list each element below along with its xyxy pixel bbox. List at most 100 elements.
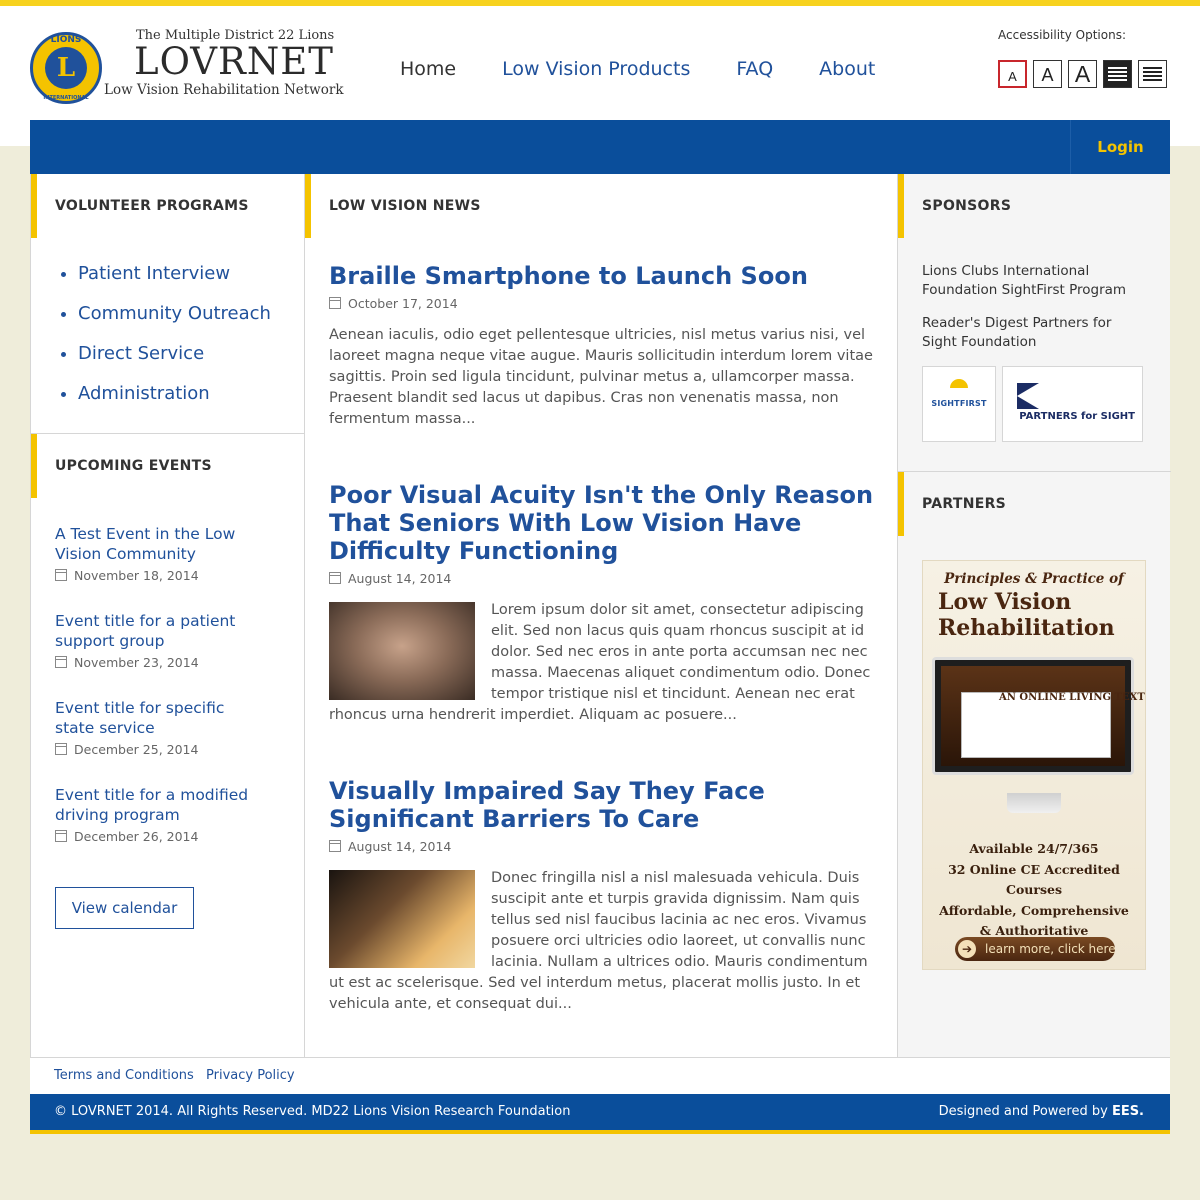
- news-article: Visually Impaired Say They Face Signific…: [329, 777, 877, 1015]
- view-calendar-button[interactable]: View calendar: [55, 887, 194, 929]
- text-size-medium-button[interactable]: A: [1033, 60, 1062, 88]
- high-contrast-button[interactable]: [1103, 60, 1132, 88]
- normal-contrast-icon: [1143, 67, 1162, 81]
- article-date-text: October 17, 2014: [348, 296, 458, 311]
- ad-cta-label: learn more, click here: [985, 942, 1116, 956]
- main-nav: Home Low Vision Products FAQ About: [400, 58, 921, 88]
- article-thumbnail[interactable]: [329, 602, 475, 700]
- event-date: November 18, 2014: [55, 568, 304, 583]
- upcoming-events-heading: UPCOMING EVENTS: [31, 434, 304, 498]
- event-date-text: November 18, 2014: [74, 568, 199, 583]
- partners-for-sight-logo[interactable]: PARTNERS for SIGHT: [1002, 366, 1143, 442]
- event-date: November 23, 2014: [55, 655, 304, 670]
- ad-screen-text: AN ONLINE LIVING TEXT BOOK: [999, 692, 1145, 703]
- article-thumbnail[interactable]: [329, 870, 475, 968]
- flag-icon: [1017, 383, 1039, 409]
- article-date: October 17, 2014: [329, 296, 877, 311]
- bullet-icon: [61, 391, 66, 397]
- footer-bar: © LOVRNET 2014. All Rights Reserved. MD2…: [30, 1094, 1170, 1130]
- privacy-link[interactable]: Privacy Policy: [206, 1068, 295, 1083]
- events-list: A Test Event in the Low Vision Community…: [31, 524, 304, 872]
- nav-home[interactable]: Home: [400, 58, 456, 88]
- volunteer-item-label: Administration: [78, 383, 210, 404]
- monitor-stand: [1007, 793, 1061, 813]
- normal-contrast-button[interactable]: [1138, 60, 1167, 88]
- emblem-bottom-text: INTERNATIONAL: [43, 95, 89, 101]
- article-body: Donec fringilla nisl a nisl malesuada ve…: [329, 868, 877, 1015]
- event-date-text: November 23, 2014: [74, 655, 199, 670]
- emblem-letter: L: [45, 47, 87, 89]
- article-title-link[interactable]: Visually Impaired Say They Face Signific…: [329, 777, 877, 833]
- terms-link[interactable]: Terms and Conditions: [54, 1068, 194, 1083]
- ad-body-line: Affordable, Comprehensive: [939, 902, 1129, 918]
- news-article: Braille Smartphone to Launch Soon Octobe…: [329, 262, 877, 430]
- ad-body: Available 24/7/365 32 Online CE Accredit…: [923, 839, 1145, 942]
- calendar-icon: [55, 743, 67, 755]
- calendar-icon: [55, 656, 67, 668]
- bullet-icon: [61, 271, 66, 277]
- volunteer-item-direct-service[interactable]: Direct Service: [61, 342, 304, 382]
- high-contrast-icon: [1108, 67, 1127, 81]
- event-item: A Test Event in the Low Vision Community…: [55, 524, 304, 611]
- article-date-text: August 14, 2014: [348, 839, 452, 854]
- credit-link[interactable]: EES.: [1112, 1104, 1144, 1119]
- article-title-link[interactable]: Poor Visual Acuity Isn't the Only Reason…: [329, 481, 877, 565]
- bullet-icon: [61, 351, 66, 357]
- sightfirst-logo[interactable]: SIGHTFIRST: [922, 366, 996, 442]
- left-sidebar: VOLUNTEER PROGRAMS Patient Interview Com…: [30, 174, 305, 1057]
- bullet-icon: [61, 311, 66, 317]
- credit: Designed and Powered by EES.: [939, 1094, 1144, 1130]
- nav-low-vision-products[interactable]: Low Vision Products: [502, 58, 690, 88]
- event-date-text: December 26, 2014: [74, 829, 199, 844]
- accessibility-options: Accessibility Options: A A A: [998, 28, 1168, 88]
- site-logo[interactable]: LIONS L INTERNATIONAL The Multiple Distr…: [30, 26, 344, 106]
- article-date: August 14, 2014: [329, 839, 877, 854]
- right-sidebar: SPONSORS Lions Clubs International Found…: [897, 174, 1171, 1057]
- event-item: Event title for specific state service D…: [55, 698, 304, 785]
- news-article: Poor Visual Acuity Isn't the Only Reason…: [329, 481, 877, 726]
- ad-title: Low Vision Rehabilitation: [938, 589, 1115, 641]
- event-title-link[interactable]: Event title for a patient support group: [55, 611, 265, 651]
- nav-about[interactable]: About: [819, 58, 875, 88]
- calendar-icon: [329, 840, 341, 852]
- sponsors-heading: SPONSORS: [898, 174, 1170, 238]
- volunteer-item-administration[interactable]: Administration: [61, 382, 304, 422]
- volunteer-item-label: Patient Interview: [78, 263, 231, 284]
- sightfirst-logo-text: SIGHTFIRST: [931, 399, 987, 408]
- news-column: LOW VISION NEWS Braille Smartphone to La…: [305, 174, 897, 1057]
- ad-cta-button[interactable]: ➔ learn more, click here: [955, 937, 1116, 961]
- partners-for-sight-logo-text: PARTNERS for SIGHT: [1019, 411, 1135, 422]
- article-excerpt: Aenean iaculis, odio eget pellentesque u…: [329, 327, 873, 427]
- event-date: December 26, 2014: [55, 829, 304, 844]
- logo-name: LOVRNET: [134, 40, 334, 83]
- event-title-link[interactable]: Event title for a modified driving progr…: [55, 785, 265, 825]
- sponsor-links: Lions Clubs International Foundation Sig…: [898, 238, 1170, 352]
- main-content: VOLUNTEER PROGRAMS Patient Interview Com…: [30, 174, 1171, 1057]
- article-title-link[interactable]: Braille Smartphone to Launch Soon: [329, 262, 877, 290]
- nav-faq[interactable]: FAQ: [736, 58, 773, 88]
- volunteer-programs-heading: VOLUNTEER PROGRAMS: [31, 174, 304, 238]
- text-size-small-button[interactable]: A: [998, 60, 1027, 88]
- arrow-right-icon: ➔: [958, 940, 976, 958]
- calendar-icon: [55, 569, 67, 581]
- calendar-icon: [329, 572, 341, 584]
- sponsor-link-readers-digest[interactable]: Reader's Digest Partners for Sight Found…: [922, 314, 1146, 352]
- logo-subtitle: Low Vision Rehabilitation Network: [104, 82, 344, 98]
- event-title-link[interactable]: Event title for specific state service: [55, 698, 265, 738]
- calendar-icon: [55, 830, 67, 842]
- sponsor-link-lions[interactable]: Lions Clubs International Foundation Sig…: [922, 262, 1146, 300]
- article-date: August 14, 2014: [329, 571, 877, 586]
- login-link[interactable]: Login: [1070, 120, 1170, 174]
- partners-heading: PARTNERS: [898, 472, 1171, 536]
- volunteer-item-label: Community Outreach: [78, 303, 271, 324]
- volunteer-item-community-outreach[interactable]: Community Outreach: [61, 302, 304, 342]
- monitor-image: AN ONLINE LIVING TEXT BOOK: [932, 657, 1145, 775]
- event-title-link[interactable]: A Test Event in the Low Vision Community: [55, 524, 265, 564]
- event-item: Event title for a patient support group …: [55, 611, 304, 698]
- partner-ad-banner[interactable]: Principles & Practice of Low Vision Reha…: [922, 560, 1146, 970]
- volunteer-item-patient-interview[interactable]: Patient Interview: [61, 262, 304, 302]
- low-vision-news-heading: LOW VISION NEWS: [305, 174, 897, 238]
- text-size-large-button[interactable]: A: [1068, 60, 1097, 88]
- emblem-top-text: LIONS: [50, 35, 82, 45]
- volunteer-item-label: Direct Service: [78, 343, 205, 364]
